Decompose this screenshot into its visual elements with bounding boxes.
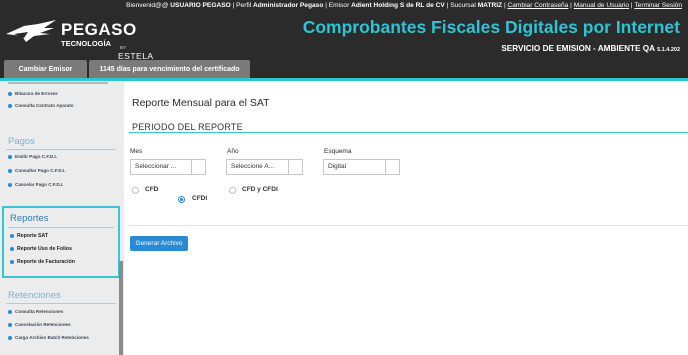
- chevron-down-icon: [385, 160, 399, 174]
- sidebar-item-label: Carga Archivo Batch Retenciones: [15, 335, 89, 340]
- change-password-link[interactable]: Cambiar Contraseña: [508, 2, 569, 9]
- bullet-icon: [8, 154, 12, 159]
- sidebar: Bitacora de Errores Consulta Contrato Ap…: [0, 81, 124, 355]
- logo-by: BY: [120, 45, 127, 50]
- app-window: Bienvenid@@ USUARIO PEGASO | Perfil Admi…: [0, 0, 688, 355]
- sidebar-item-clipped: [8, 82, 108, 84]
- sidebar-item-reporte-sat[interactable]: Reporte SAT: [10, 233, 48, 239]
- sidebar-section-reportes-title: Reportes: [10, 213, 49, 224]
- sidebar-item-label: Cancelación Retenciones: [15, 322, 71, 327]
- environment-label: SERVICIO DE EMISION - AMBIENTE QA 5.1.4.…: [501, 44, 680, 53]
- mes-select[interactable]: Seleccionar ...: [130, 159, 206, 175]
- radio-cfdi[interactable]: [178, 196, 185, 203]
- emisor-label: Emisor: [328, 2, 350, 9]
- perfil-value: Administrador Pegaso: [253, 2, 324, 9]
- sidebar-item-label: Reporte de Facturación: [17, 259, 75, 265]
- sidebar-item-reporte-folios[interactable]: Reporte Uso de Folios: [10, 246, 72, 252]
- bullet-icon: [8, 182, 12, 187]
- user-manual-link[interactable]: Manual de Usuario: [574, 2, 629, 9]
- sidebar-divider: [6, 303, 116, 304]
- bullet-icon: [8, 168, 12, 173]
- sidebar-section-reportes: Reportes Reporte SAT Reporte Uso de Foli…: [2, 206, 120, 278]
- ano-select-value: Seleccione A...: [231, 163, 274, 170]
- sidebar-item-cancelar-pago[interactable]: Cancelar Pago C.F.D.I.: [8, 182, 64, 187]
- header: Bienvenid@@ USUARIO PEGASO | Perfil Admi…: [0, 0, 688, 80]
- sucursal-value: MATRIZ: [477, 2, 503, 9]
- sidebar-item-label: Consulta Retenciones: [15, 309, 64, 314]
- section-divider: [129, 132, 688, 133]
- sidebar-item-consulta-retenciones[interactable]: Consulta Retenciones: [8, 309, 63, 314]
- ano-label: Año: [227, 148, 239, 155]
- bullet-icon: [8, 322, 12, 327]
- environment-text: SERVICIO DE EMISION - AMBIENTE QA: [501, 44, 655, 53]
- sidebar-item-consultar-pago[interactable]: Consultar Pago C.F.D.I.: [8, 168, 66, 173]
- sidebar-item-reporte-facturacion[interactable]: Reporte de Facturación: [10, 259, 75, 265]
- section-title: PERIODO DEL REPORTE: [132, 122, 243, 132]
- pegasus-logo-icon: [6, 20, 56, 42]
- esquema-select-value: Digital: [328, 163, 347, 170]
- radio-cfd-label: CFD: [145, 186, 159, 193]
- esquema-label: Esquema: [324, 148, 352, 155]
- sidebar-item-cancelacion-retenciones[interactable]: Cancelación Retenciones: [8, 322, 71, 327]
- bullet-icon: [10, 259, 14, 264]
- sidebar-item-label: Consulta Contrato Aparato: [15, 103, 74, 108]
- logout-link[interactable]: Terminar Sesión: [634, 2, 682, 9]
- user-info-bar: Bienvenid@@ USUARIO PEGASO | Perfil Admi…: [126, 2, 682, 9]
- mes-label: Mes: [130, 148, 143, 155]
- radio-cfd[interactable]: [132, 187, 139, 194]
- bullet-icon: [10, 233, 14, 238]
- pegaso-logo: PEGASO TECNOLOGÍA BY ESTELA: [4, 12, 153, 61]
- page-title: Reporte Mensual para el SAT: [132, 97, 270, 109]
- tab-certificado[interactable]: 1145 días para vencimiento del certifica…: [89, 60, 250, 80]
- ano-select[interactable]: Seleccione A...: [226, 159, 303, 175]
- chevron-down-icon: [288, 160, 302, 174]
- bullet-icon: [8, 335, 12, 340]
- sidebar-item-emitir-pago[interactable]: Emitir Pago C.F.D.I.: [8, 154, 57, 159]
- sidebar-item-label: Emitir Pago C.F.D.I.: [15, 154, 58, 159]
- sidebar-item-label: Bitacora de Errores: [15, 91, 58, 96]
- mes-select-value: Seleccionar ...: [135, 163, 177, 170]
- main-content: Reporte Mensual para el SAT PERIODO DEL …: [124, 81, 688, 355]
- sidebar-item-contrato[interactable]: Consulta Contrato Aparato: [8, 103, 74, 108]
- bullet-icon: [10, 246, 14, 251]
- radio-cfdi-label: CFDI: [192, 195, 208, 202]
- sidebar-scrollbar[interactable]: [119, 261, 123, 355]
- sidebar-item-label: Cancelar Pago C.F.D.I.: [15, 182, 64, 187]
- chevron-down-icon: [191, 160, 205, 174]
- app-title: Comprobantes Fiscales Digitales por Inte…: [302, 17, 680, 37]
- sidebar-section-retenciones: Retenciones: [8, 290, 61, 301]
- tab-cambiar-emisor[interactable]: Cambiar Emisor: [4, 60, 87, 80]
- generar-archivo-button[interactable]: Generar Archivo: [130, 236, 188, 251]
- sidebar-item-bitacora[interactable]: Bitacora de Errores: [8, 91, 58, 96]
- bullet-icon: [8, 309, 12, 314]
- sidebar-item-label: Reporte SAT: [17, 233, 49, 239]
- bullet-icon: [8, 91, 12, 96]
- sidebar-section-pagos: Pagos: [8, 136, 35, 147]
- welcome-prefix: Bienvenid@@: [126, 2, 169, 9]
- sidebar-item-label: Consultar Pago C.F.D.I.: [15, 168, 66, 173]
- esquema-select[interactable]: Digital: [323, 159, 400, 175]
- sidebar-item-carga-batch[interactable]: Carga Archivo Batch Retenciones: [8, 335, 89, 340]
- radio-cfd-y-cfdi[interactable]: [229, 187, 236, 194]
- user-name: USUARIO PEGASO: [170, 2, 231, 9]
- sidebar-item-label: Reporte Uso de Folios: [17, 246, 73, 252]
- radio-cfd-y-cfdi-label: CFD y CFDI: [242, 186, 278, 193]
- sidebar-divider: [6, 149, 116, 150]
- perfil-label: Perfil: [236, 2, 252, 9]
- emisor-value: Adient Holding S de RL de CV: [351, 2, 445, 9]
- bullet-icon: [8, 103, 12, 108]
- logo-wordmark: PEGASO: [61, 20, 137, 39]
- version-text: 5.1.4.202: [657, 47, 680, 53]
- sidebar-divider: [8, 227, 114, 228]
- form-divider: [129, 225, 688, 226]
- logo-subtitle: TECNOLOGÍA: [61, 39, 111, 48]
- sucursal-label: Sucursal: [450, 2, 476, 9]
